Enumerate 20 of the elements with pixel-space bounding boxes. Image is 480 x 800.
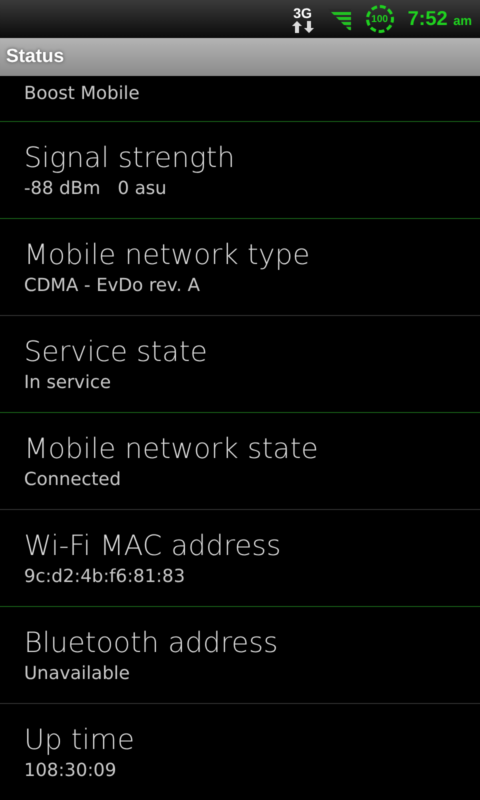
network-type-label: 3G bbox=[293, 6, 312, 20]
row-title: Up time bbox=[24, 723, 136, 756]
clock: 7:52 am bbox=[408, 8, 472, 30]
row-summary: Boost Mobile bbox=[24, 83, 141, 104]
row-summary: Unavailable bbox=[24, 663, 131, 684]
row-title: Service state bbox=[24, 335, 208, 368]
row-title: Mobile network state bbox=[24, 432, 320, 465]
row-title: Wi-Fi MAC address bbox=[24, 529, 282, 562]
row-title: Bluetooth address bbox=[24, 626, 279, 659]
screen-title: Status bbox=[6, 46, 64, 68]
row-summary: In service bbox=[24, 372, 112, 393]
row-summary: -88 dBm 0 asu bbox=[24, 178, 168, 199]
row-title: Signal strength bbox=[24, 141, 236, 174]
row-title: Mobile network type bbox=[24, 238, 311, 271]
row-summary: 108:30:09 bbox=[24, 760, 118, 781]
battery-indicator: 100 bbox=[366, 5, 394, 33]
row-summary: CDMA - EvDo rev. A bbox=[24, 275, 201, 296]
data-arrows-icon bbox=[292, 20, 314, 32]
row-summary: Connected bbox=[24, 469, 122, 490]
row-summary: 9c:d2:4b:f6:81:83 bbox=[24, 566, 186, 587]
